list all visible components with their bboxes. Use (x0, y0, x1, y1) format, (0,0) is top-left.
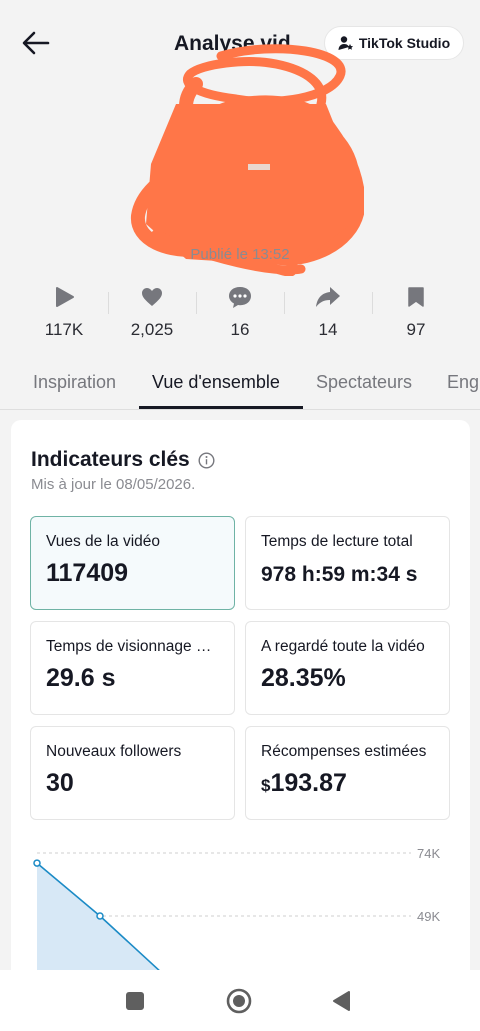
analytics-tabs: Inspiration Vue d'ensemble Spectateurs E… (0, 360, 480, 410)
metric-label: Temps de lecture total (261, 533, 413, 550)
key-metrics-title: Indicateurs clés (31, 448, 215, 472)
stat-shares: 14 (284, 282, 372, 344)
tiktok-studio-label: TikTok Studio (358, 35, 451, 51)
video-cover-redacted (131, 44, 364, 276)
key-metrics-card: Indicateurs clés Mis à jour le 08/05/202… (11, 420, 470, 980)
stat-value: 16 (230, 320, 250, 339)
stat-comments: 16 (196, 282, 284, 344)
views-chart: 74K 49K (33, 846, 440, 980)
home-button[interactable] (224, 986, 254, 1016)
data-point-1[interactable] (96, 912, 104, 920)
metric-video-views[interactable]: Vues de la vidéo 117409 (30, 516, 235, 610)
home-icon (226, 988, 252, 1014)
metric-label: Temps de visionnage moyen (46, 638, 219, 655)
metric-estimated-rewards[interactable]: Récompenses estimées $193.87 (245, 726, 450, 820)
views-area (37, 863, 163, 980)
comment-icon (229, 287, 251, 308)
recent-apps-icon (126, 992, 144, 1010)
play-icon (56, 287, 74, 307)
metric-new-followers[interactable]: Nouveaux followers 30 (30, 726, 235, 820)
stat-likes: 2,025 (108, 282, 196, 344)
stat-value: 14 (318, 320, 338, 339)
metric-value: 117409 (46, 559, 129, 587)
engagement-stats: 117K 2,025 16 14 97 (20, 282, 460, 344)
updated-date: Mis à jour le 08/05/2026. (31, 476, 196, 493)
metric-value: $193.87 (261, 769, 434, 798)
back-button[interactable] (18, 26, 54, 60)
active-tab-indicator (139, 406, 303, 409)
metric-average-watch-time[interactable]: Temps de visionnage moyen 29.6 s (30, 621, 235, 715)
y-tick-74k: 74K (417, 846, 440, 861)
metric-value: 30 (46, 769, 74, 797)
key-metrics-heading: Indicateurs clés (31, 448, 190, 471)
stat-views: 117K (20, 282, 108, 344)
back-nav-button[interactable] (326, 986, 356, 1016)
data-point-0[interactable] (33, 859, 41, 867)
y-tick-49k: 49K (417, 909, 440, 924)
tab-inspiration[interactable]: Inspiration (33, 360, 116, 409)
heart-icon (142, 288, 162, 306)
rewards-amount: 193.87 (270, 769, 347, 797)
metric-label: Vues de la vidéo (46, 533, 161, 550)
metric-value: 28.35% (261, 664, 346, 692)
recent-apps-button[interactable] (120, 986, 150, 1016)
stat-value: 117K (44, 320, 84, 339)
share-icon (316, 287, 340, 307)
stat-value: 2,025 (130, 320, 174, 339)
info-icon[interactable] (198, 451, 215, 469)
publish-date: Publié le 13:52 (190, 246, 290, 263)
bookmark-icon (408, 287, 424, 307)
metric-label: A regardé toute la vidéo (261, 638, 425, 655)
metric-value: 29.6 s (46, 664, 116, 692)
metric-label: Nouveaux followers (46, 743, 182, 760)
back-nav-icon (333, 991, 350, 1011)
metric-label: Récompenses estimées (261, 743, 427, 760)
back-arrow-icon (22, 31, 50, 55)
metric-value: 978 h:59 m:34 s (261, 563, 418, 586)
stat-value: 97 (406, 320, 426, 339)
tab-viewers[interactable]: Spectateurs (316, 360, 412, 409)
metric-watched-full-video[interactable]: A regardé toute la vidéo 28.35% (245, 621, 450, 715)
tab-overview[interactable]: Vue d'ensemble (152, 360, 280, 409)
system-nav-bar (0, 970, 480, 1031)
tab-engagement[interactable]: Eng (447, 360, 479, 409)
stat-saves: 97 (372, 282, 460, 344)
metric-total-watch-time[interactable]: Temps de lecture total 978 h:59 m:34 s (245, 516, 450, 610)
